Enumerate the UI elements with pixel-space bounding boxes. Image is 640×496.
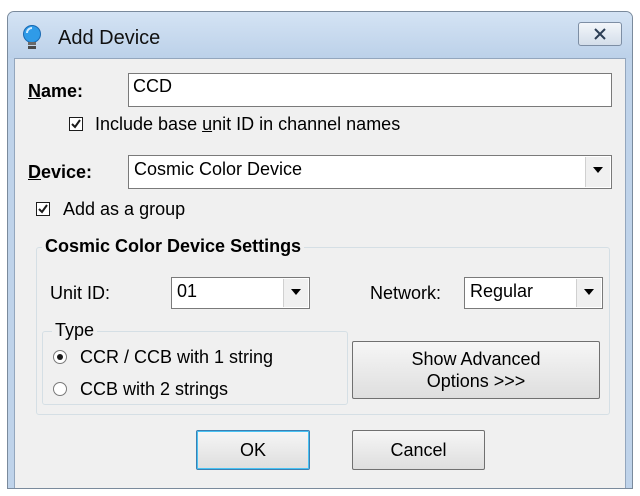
window-title: Add Device (58, 27, 161, 49)
unit-id-value: 01 (177, 281, 198, 301)
include-base-unit-label: Include base unit ID in channel names (95, 114, 401, 134)
checkmark-icon (71, 119, 81, 129)
unit-id-dropdown-button[interactable] (283, 279, 308, 307)
device-select-value: Cosmic Color Device (134, 159, 303, 179)
name-input[interactable]: CCD (128, 73, 612, 107)
device-dropdown-button[interactable] (585, 157, 610, 187)
network-label: Network: (370, 283, 442, 303)
show-advanced-options-button[interactable]: Show Advanced Options >>> (352, 341, 600, 399)
radio-ccb-2-strings-label: CCB with 2 strings (80, 379, 229, 399)
add-as-group-label: Add as a group (63, 199, 186, 219)
lightbulb-icon (23, 25, 41, 49)
advanced-line1: Show Advanced (411, 349, 541, 369)
type-title: Type (52, 320, 98, 341)
title-bar[interactable]: Add Device (8, 12, 632, 58)
chevron-down-icon (291, 289, 301, 295)
chevron-down-icon (584, 289, 594, 295)
network-dropdown-button[interactable] (576, 279, 601, 307)
add-as-group-checkbox[interactable] (36, 202, 50, 216)
radio-ccb-2-strings[interactable] (53, 382, 67, 396)
dialog-body: Name: CCD Include base unit ID in channe… (14, 58, 626, 488)
settings-title: Cosmic Color Device Settings (42, 236, 305, 257)
unit-id-select[interactable]: 01 (171, 277, 310, 309)
unit-id-label: Unit ID: (50, 283, 111, 303)
ok-button[interactable]: OK (196, 430, 310, 470)
close-icon (594, 28, 606, 40)
radio-ccr-ccb-1-string[interactable] (53, 350, 67, 364)
network-select[interactable]: Regular (464, 277, 603, 309)
radio-ccr-ccb-1-string-label: CCR / CCB with 1 string (80, 347, 274, 367)
close-button[interactable] (578, 22, 622, 46)
name-label: Name: (28, 81, 84, 101)
add-device-dialog: Add Device Name: CCD Include base unit I… (7, 11, 633, 489)
cancel-button[interactable]: Cancel (352, 430, 485, 470)
network-value: Regular (470, 281, 534, 301)
include-base-unit-checkbox[interactable] (69, 117, 83, 131)
checkmark-icon (38, 204, 48, 214)
device-select[interactable]: Cosmic Color Device (128, 155, 612, 189)
chevron-down-icon (593, 167, 603, 173)
advanced-line2: Options >>> (426, 371, 526, 391)
device-label: Device: (28, 162, 93, 182)
radio-selected-dot (57, 354, 63, 360)
